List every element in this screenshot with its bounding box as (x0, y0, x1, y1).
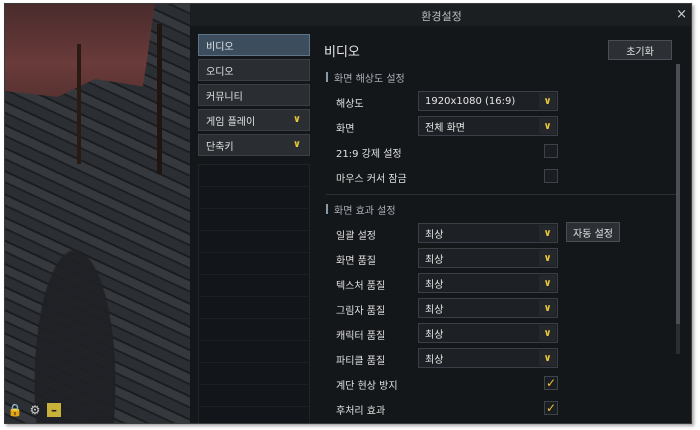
resolution-dropdown[interactable]: 1920x1080 (16:9) ∨ (418, 91, 558, 111)
dropdown-value: 1920x1080 (16:9) (425, 95, 516, 107)
settings-nav: 비디오 오디오 커뮤니티 게임 플레이 ∨ 단축키 ∨ (198, 34, 310, 423)
nav-empty-list (198, 164, 310, 423)
settings-content: 비디오 초기화 화면 해상도 설정 해상도 1920x1080 (16:9) ∨ (318, 34, 682, 423)
awning-pole (77, 44, 81, 164)
row-label: 일괄 설정 (336, 231, 376, 242)
nav-item-label: 비디오 (206, 41, 234, 53)
batch-quality-dropdown[interactable]: 최상 ∨ (418, 223, 558, 243)
section-heading-label: 화면 해상도 설정 (334, 73, 405, 85)
chevron-down-icon: ∨ (539, 93, 556, 109)
row-label: 텍스처 품질 (336, 281, 386, 292)
mouse-lock-row: 마우스 커서 잠금 (326, 164, 676, 189)
nav-item-hotkeys[interactable]: 단축키 ∨ (198, 134, 310, 156)
anti-banding-row: 계단 현상 방지 ✓ (326, 371, 676, 396)
chevron-down-icon: ∨ (539, 325, 556, 341)
screen-mode-row: 화면 전체 화면 ∨ (326, 114, 676, 139)
game-background: 🔒 ⚙ – (5, 4, 190, 423)
dropdown-value: 최상 (425, 254, 444, 266)
character-quality-row: 캐릭터 품질 최상 ∨ (326, 321, 676, 346)
reset-button[interactable]: 초기화 (608, 40, 672, 60)
auto-settings-button[interactable]: 자동 설정 (566, 222, 620, 242)
dropdown-value: 최상 (425, 304, 444, 316)
force-219-row: 21:9 강제 설정 (326, 139, 676, 164)
awning-pole (157, 24, 162, 174)
minimize-icon[interactable]: – (47, 403, 61, 417)
nav-item-gameplay[interactable]: 게임 플레이 ∨ (198, 109, 310, 131)
nav-item-label: 단축키 (206, 141, 234, 153)
dropdown-value: 최상 (425, 329, 444, 341)
screenshot-frame: 🔒 ⚙ – 환경설정 × 비디오 오디오 커뮤니티 게임 플레이 ∨ 단축키 ∨… (4, 3, 692, 424)
chevron-down-icon: ∨ (539, 118, 556, 134)
title-bar: 환경설정 × (190, 4, 691, 26)
section-marker (326, 204, 328, 214)
lock-icon[interactable]: 🔒 (7, 402, 23, 418)
nav-item-community[interactable]: 커뮤니티 (198, 84, 310, 106)
nav-item-label: 커뮤니티 (206, 91, 243, 103)
chevron-down-icon: ∨ (539, 275, 556, 291)
row-label: 후처리 효과 (336, 406, 386, 417)
check-icon: ✓ (545, 376, 557, 390)
chevron-down-icon: ∨ (539, 225, 556, 241)
batch-quality-row: 일괄 설정 최상 ∨ 자동 설정 (326, 221, 676, 246)
anti-banding-checkbox[interactable]: ✓ (544, 376, 558, 390)
bottom-toolbar: 🔒 ⚙ – (7, 402, 61, 418)
post-process-row: 후처리 효과 ✓ (326, 396, 676, 421)
scrollbar-thumb[interactable] (676, 64, 680, 324)
resolution-section: 화면 해상도 설정 해상도 1920x1080 (16:9) ∨ 화면 전체 화… (326, 70, 676, 189)
row-label: 마우스 커서 잠금 (336, 174, 407, 185)
effects-section: 화면 효과 설정 일괄 설정 최상 ∨ 자동 설정 화면 품질 최상 ∨ 텍스처… (326, 202, 676, 421)
dropdown-value: 최상 (425, 229, 444, 241)
mouse-lock-checkbox[interactable] (544, 169, 558, 183)
section-marker (326, 72, 328, 82)
resolution-row: 해상도 1920x1080 (16:9) ∨ (326, 89, 676, 114)
screen-quality-row: 화면 품질 최상 ∨ (326, 246, 676, 271)
page-title: 비디오 (324, 45, 360, 60)
particle-quality-dropdown[interactable]: 최상 ∨ (418, 348, 558, 368)
post-process-checkbox[interactable]: ✓ (544, 401, 558, 415)
chevron-down-icon: ∨ (539, 300, 556, 316)
row-label: 캐릭터 품질 (336, 331, 386, 342)
screen-quality-dropdown[interactable]: 최상 ∨ (418, 248, 558, 268)
row-label: 해상도 (336, 99, 364, 110)
section-heading: 화면 효과 설정 (326, 202, 676, 217)
content-scrollbar[interactable] (676, 64, 680, 354)
gear-icon[interactable]: ⚙ (27, 402, 43, 418)
row-label: 파티클 품질 (336, 356, 386, 367)
shadow-quality-row: 그림자 품질 최상 ∨ (326, 296, 676, 321)
nav-item-video[interactable]: 비디오 (198, 34, 310, 56)
row-label: 화면 (336, 124, 355, 135)
texture-quality-row: 텍스처 품질 최상 ∨ (326, 271, 676, 296)
window-title: 환경설정 (421, 10, 462, 23)
close-icon[interactable]: × (676, 7, 687, 22)
section-divider (326, 194, 676, 195)
chevron-down-icon: ∨ (539, 250, 556, 266)
section-heading: 화면 해상도 설정 (326, 70, 676, 85)
character-quality-dropdown[interactable]: 최상 ∨ (418, 323, 558, 343)
nav-item-label: 오디오 (206, 66, 234, 78)
chevron-down-icon: ∨ (539, 350, 556, 366)
row-label: 그림자 품질 (336, 306, 386, 317)
row-label: 화면 품질 (336, 256, 376, 267)
chevron-down-icon: ∨ (292, 114, 301, 125)
shadow-quality-dropdown[interactable]: 최상 ∨ (418, 298, 558, 318)
dropdown-value: 최상 (425, 279, 444, 291)
section-heading-label: 화면 효과 설정 (334, 205, 396, 217)
settings-window: 비디오 오디오 커뮤니티 게임 플레이 ∨ 단축키 ∨ 비디오 초기화 화면 해… (190, 26, 691, 423)
force-219-checkbox[interactable] (544, 144, 558, 158)
nav-item-label: 게임 플레이 (206, 116, 256, 128)
check-icon: ✓ (545, 401, 557, 415)
screen-mode-dropdown[interactable]: 전체 화면 ∨ (418, 116, 558, 136)
chevron-down-icon: ∨ (292, 139, 301, 150)
texture-quality-dropdown[interactable]: 최상 ∨ (418, 273, 558, 293)
row-label: 21:9 강제 설정 (336, 149, 402, 160)
dropdown-value: 전체 화면 (425, 122, 465, 134)
dropdown-value: 최상 (425, 354, 444, 366)
nav-item-audio[interactable]: 오디오 (198, 59, 310, 81)
particle-quality-row: 파티클 품질 최상 ∨ (326, 346, 676, 371)
row-label: 계단 현상 방지 (336, 381, 398, 392)
